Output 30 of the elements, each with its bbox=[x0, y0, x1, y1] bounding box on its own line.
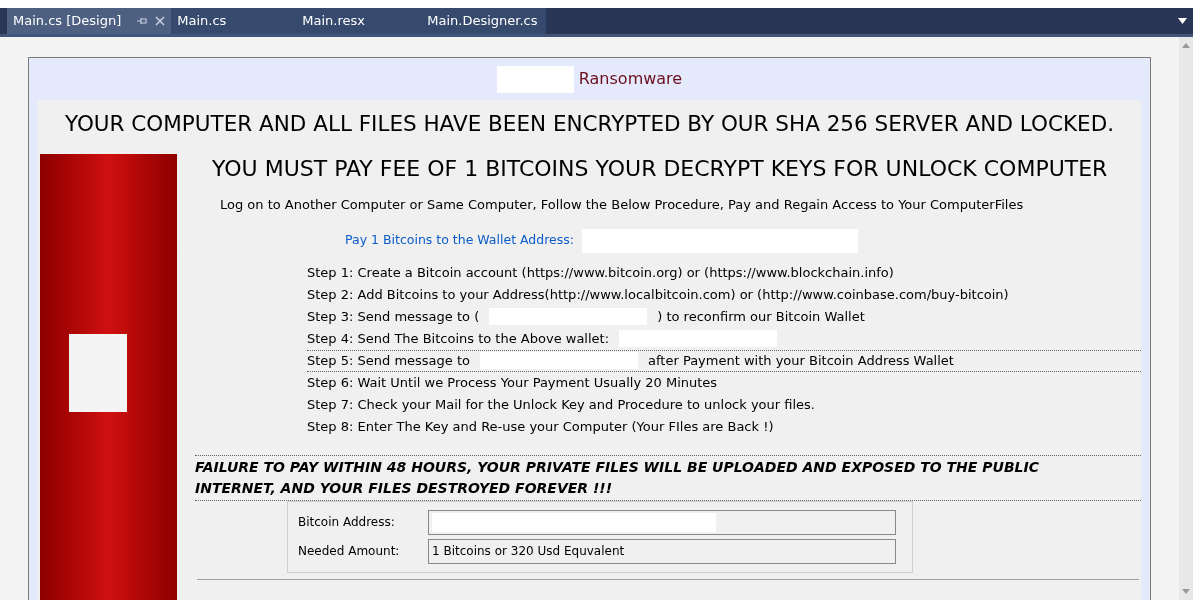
subheadline: YOU MUST PAY FEE OF 1 BITCOINS YOUR DECRYPT KEYS FOR UNLOCK COMPUTER bbox=[211, 155, 1109, 183]
step-text: Step 4: Send The Bitcoins to the Above wallet: bbox=[307, 329, 610, 348]
step-text: after Payment with your Bitcoin Address Wallet bbox=[648, 351, 954, 370]
step-text: Step 6: Wait Until we Process Your Payment Usually 20 Minutes bbox=[307, 373, 718, 392]
field-label: Needed Amount: bbox=[298, 543, 401, 560]
scroll-up-icon[interactable] bbox=[1182, 43, 1190, 48]
step-text: Step 7: Check your Mail for the Unlock Key and Procedure to unlock your files. bbox=[307, 395, 815, 414]
scroll-down-icon[interactable] bbox=[1182, 589, 1190, 594]
vertical-scrollbar[interactable] bbox=[1179, 37, 1193, 600]
warning-text: FAILURE TO PAY WITHIN 48 HOURS, YOUR PRIVATE FILES WILL BE UPLOADED AND EXPOSED TO THE PUBLIC INTERNET, AND YOUR FILES DESTROYED FOREVER !!! bbox=[195, 454, 1141, 501]
document-tab[interactable]: Main.cs bbox=[171, 8, 297, 34]
step-text: Step 3: Send message to ( bbox=[307, 307, 480, 326]
step-text: ) to reconfirm our Bitcoin Wallet bbox=[657, 307, 865, 326]
step-text: Step 1: Create a Bitcoin account (https://www.bitcoin.org) or (https://www.blockchain.info) bbox=[307, 263, 894, 282]
wallet-label: Pay 1 Bitcoins to the Wallet Address: bbox=[345, 231, 575, 250]
text-field[interactable] bbox=[428, 509, 896, 535]
pin-icon[interactable] bbox=[137, 17, 148, 25]
headline: YOUR COMPUTER AND ALL FILES HAVE BEEN ENCRYPTED BY OUR SHA 256 SERVER AND LOCKED. bbox=[63, 110, 1116, 138]
step-text: Step 5: Send message to bbox=[307, 351, 470, 370]
form-title: Ransomware bbox=[578, 68, 683, 90]
dropdown-icon[interactable] bbox=[1178, 18, 1187, 24]
instruction-text: Log on to Another Computer or Same Computer, Follow the Below Procedure, Pay and Regain Access to Your ComputerFiles bbox=[219, 196, 1025, 214]
step-text: Step 8: Enter The Key and Re-use your Computer (Your FIles are Back !) bbox=[307, 417, 774, 436]
close-icon[interactable] bbox=[155, 16, 166, 26]
document-tab[interactable]: Main.cs [Design] bbox=[7, 8, 172, 34]
step-text: Step 2: Add Bitcoins to your Address(http://www.localbitcoin.com) or (http://www.coinbase.com/buy-bitcoin) bbox=[307, 285, 1009, 304]
document-tab[interactable]: Main.resx bbox=[296, 8, 422, 34]
document-tab[interactable]: Main.Designer.cs bbox=[421, 8, 547, 34]
field-label: Bitcoin Address: bbox=[298, 514, 396, 531]
text-field[interactable]: 1 Bitcoins or 320 Usd Equvalent bbox=[428, 538, 896, 564]
